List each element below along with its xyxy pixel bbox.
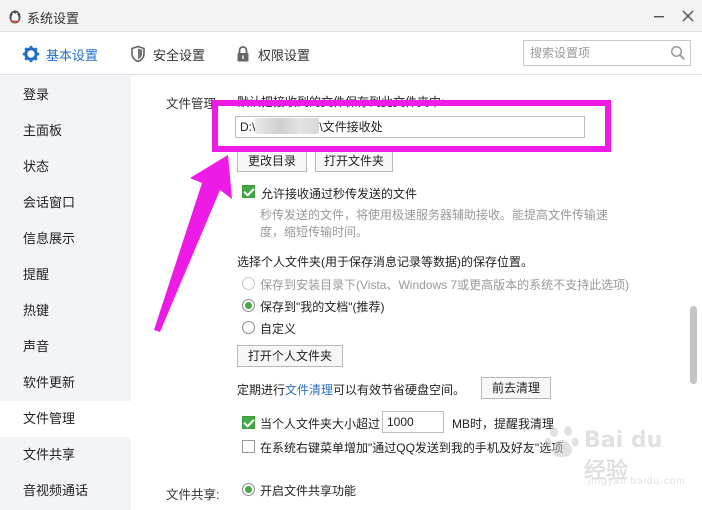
annotation-highlight-box (212, 100, 611, 152)
sidebar-item-login[interactable]: 登录 (0, 77, 131, 113)
sidebar-item-info-display[interactable]: 信息展示 (0, 221, 131, 257)
baidu-watermark: Bai du 经验 jingyan.baidu.com (540, 418, 690, 508)
tab-permission-settings[interactable]: 权限设置 (234, 33, 310, 75)
fast-transfer-desc-line2: 度，缩短传输时间。 (260, 225, 369, 239)
size-limit-input[interactable]: 1000 (382, 411, 444, 433)
radio-custom[interactable] (242, 321, 255, 334)
allow-fast-transfer-checkbox[interactable] (242, 185, 255, 198)
sidebar-item-main-panel[interactable]: 主面板 (0, 113, 131, 149)
penguin-icon (9, 10, 21, 24)
sidebar-item-sound[interactable]: 声音 (0, 329, 131, 365)
cutoff-option-row (260, 504, 510, 510)
enable-sharing-radio[interactable] (242, 483, 255, 496)
sidebar-item-file-management[interactable]: 文件管理 (0, 401, 131, 437)
sidebar-item-hotkeys[interactable]: 热键 (0, 293, 131, 329)
cleanup-prefix: 定期进行 (237, 383, 286, 397)
context-menu-checkbox[interactable] (242, 440, 255, 453)
title-bar: 系统设置 (0, 0, 702, 32)
radio-install-directory-label: 保存到安装目录下(Vista、Windows 7或更高版本的系统不支持此选项) (260, 278, 630, 292)
cleanup-suffix: 可以有效节省硬盘空间。 (333, 383, 466, 397)
open-folder-button[interactable]: 打开文件夹 (315, 150, 393, 172)
size-reminder-suffix: MB时，提醒我清理 (452, 417, 555, 431)
enable-sharing-label: 开启文件共享功能 (260, 484, 357, 498)
gear-icon (22, 45, 40, 63)
search-icon[interactable] (670, 45, 686, 61)
sidebar-item-status[interactable]: 状态 (0, 149, 131, 185)
sidebar: 登录 主面板 状态 会话窗口 信息展示 提醒 热键 声音 软件更新 文件管理 文… (0, 76, 131, 510)
watermark-url: jingyan.baidu.com (588, 476, 686, 487)
radio-install-directory[interactable] (242, 277, 255, 290)
cleanup-hint: 定期进行文件清理可以有效节省硬盘空间。 (237, 381, 465, 398)
minimize-icon (654, 16, 664, 18)
open-personal-folder-button[interactable]: 打开个人文件夹 (237, 345, 343, 367)
shield-icon (131, 45, 145, 63)
size-reminder-checkbox[interactable] (242, 416, 255, 429)
minimize-button[interactable] (648, 6, 670, 26)
sidebar-item-software-update[interactable]: 软件更新 (0, 365, 131, 401)
sidebar-item-file-sharing[interactable]: 文件共享 (0, 437, 131, 473)
search-box[interactable] (523, 40, 691, 66)
allow-fast-transfer-label: 允许接收通过秒传发送的文件 (261, 187, 418, 201)
paw-logo-icon (544, 426, 579, 457)
go-cleanup-button[interactable]: 前去清理 (481, 377, 551, 399)
scrollbar-thumb[interactable] (690, 306, 697, 384)
section-label-file-sharing: 文件共享: (166, 488, 220, 502)
size-reminder-prefix: 当个人文件夹大小超过 (260, 417, 381, 431)
window-title: 系统设置 (27, 11, 80, 26)
search-input[interactable] (524, 41, 664, 65)
personal-folder-label: 选择个人文件夹(用于保存消息记录等数据)的保存位置。 (237, 255, 533, 269)
radio-my-documents[interactable] (242, 299, 255, 312)
tab-label: 安全设置 (153, 47, 206, 63)
close-icon (682, 10, 694, 22)
file-cleanup-link[interactable]: 文件清理 (285, 383, 333, 397)
tab-security-settings[interactable]: 安全设置 (129, 33, 205, 75)
sidebar-item-av-call[interactable]: 音视频通话 (0, 473, 131, 509)
sidebar-item-reminder[interactable]: 提醒 (0, 257, 131, 293)
radio-custom-label: 自定义 (260, 322, 297, 336)
close-button[interactable] (677, 6, 699, 26)
context-menu-label: 在系统右键菜单增加"通过QQ发送到我的手机及好友"选项 (260, 441, 564, 455)
sidebar-item-chat-window[interactable]: 会话窗口 (0, 185, 131, 221)
change-directory-button[interactable]: 更改目录 (237, 150, 307, 172)
lock-icon (237, 46, 249, 62)
tab-label: 基本设置 (46, 47, 99, 63)
tab-label: 权限设置 (258, 47, 311, 63)
fast-transfer-desc-line1: 秒传发送的文件，将使用极速服务器辅助接收。能提高文件传输速 (260, 208, 609, 222)
radio-my-documents-label: 保存到"我的文档"(推荐) (260, 300, 385, 314)
tab-basic-settings[interactable]: 基本设置 (22, 33, 98, 75)
